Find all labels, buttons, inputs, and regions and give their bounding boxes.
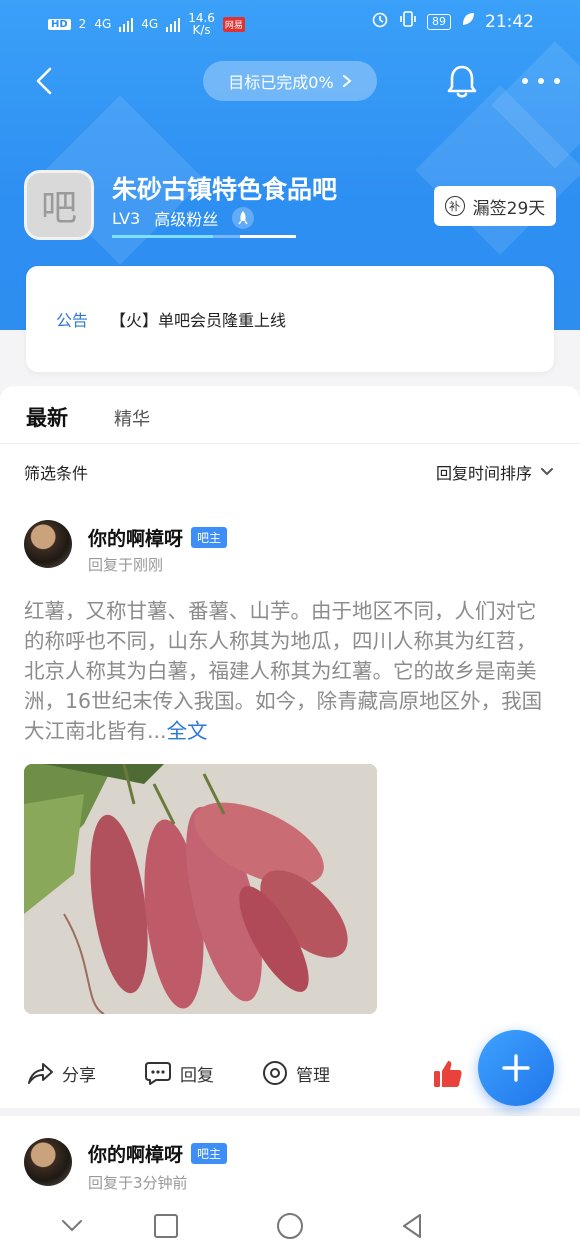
chevron-left-icon	[36, 67, 52, 95]
chevron-right-icon	[342, 75, 352, 87]
thread-list: 最新 精华 筛选条件 回复时间排序 你的啊樟呀 吧主 回复于刚刚 红薯，又称甘薯…	[0, 386, 580, 1108]
announcement-text: 【火】单吧会员隆重上线	[110, 311, 287, 330]
back-button[interactable]	[28, 64, 62, 98]
vibrate-icon	[399, 10, 417, 33]
network-type: 4G	[141, 17, 159, 31]
sort-dropdown[interactable]: 回复时间排序	[436, 460, 554, 484]
more-dot-icon	[554, 78, 560, 84]
rocket-icon	[232, 207, 255, 229]
filter-button[interactable]: 筛选条件	[24, 460, 88, 484]
more-dot-icon	[538, 78, 544, 84]
home-button[interactable]	[274, 1210, 306, 1242]
tab-bar: 最新 精华	[0, 386, 580, 444]
top-bar: 目标已完成0%	[0, 58, 580, 104]
alarm-icon	[371, 10, 389, 33]
square-icon	[154, 1214, 178, 1238]
more-button[interactable]	[522, 66, 560, 96]
chevron-down-icon	[541, 468, 553, 476]
author-name: 你的啊樟呀	[88, 528, 184, 550]
level-progress-marker	[240, 235, 296, 238]
create-post-button[interactable]	[478, 1030, 554, 1106]
clock-time: 21:42	[485, 11, 534, 32]
manage-label: 管理	[296, 1065, 330, 1086]
post-time: 回复于刚刚	[88, 556, 164, 574]
post-image[interactable]	[24, 764, 377, 1014]
list-item[interactable]: 你的啊樟呀 吧主 回复于3分钟前	[0, 1116, 580, 1206]
author-name: 你的啊樟呀	[88, 1144, 184, 1166]
recents-button[interactable]	[150, 1210, 182, 1242]
share-button[interactable]: 分享	[26, 1060, 96, 1086]
read-more-link[interactable]: 全文	[167, 719, 208, 743]
avatar[interactable]	[24, 520, 72, 568]
status-bar: HD 2 4G 4G 14.6 K/s 网易 89 21:42	[0, 0, 580, 44]
battery-icon: 89	[427, 13, 451, 30]
net-speed-unit: K/s	[192, 23, 211, 37]
post-text: 红薯，又称甘薯、番薯、山芋。由于地区不同，人们对它的称呼也不同，山东人称其为地瓜…	[24, 599, 543, 743]
post-body[interactable]: 红薯，又称甘薯、番薯、山芋。由于地区不同，人们对它的称呼也不同，山东人称其为地瓜…	[24, 596, 554, 746]
hd-indicator: HD	[48, 18, 71, 30]
triangle-back-icon	[403, 1214, 421, 1238]
tab-latest[interactable]: 最新	[26, 402, 68, 432]
leaf-icon	[461, 11, 475, 32]
announcement-label: 公告	[56, 311, 89, 330]
filter-row: 筛选条件 回复时间排序	[0, 444, 580, 498]
level-title: 高级粉丝	[154, 210, 219, 229]
manage-icon	[263, 1061, 287, 1085]
signal-icon	[166, 16, 181, 32]
sign-icon: 补	[444, 196, 465, 216]
reply-label: 回复	[180, 1065, 214, 1086]
owner-badge: 吧主	[191, 527, 228, 548]
net-speed: 14.6 K/s	[188, 12, 215, 36]
forum-level[interactable]: LV3 高级粉丝	[112, 206, 255, 230]
back-nav-button[interactable]	[396, 1210, 428, 1242]
post-author[interactable]: 你的啊樟呀 吧主	[88, 1140, 228, 1167]
level-progress-fill	[112, 235, 214, 238]
sim-indicator: 2	[78, 17, 87, 31]
sign-in-button[interactable]: 补 漏签29天	[434, 186, 556, 226]
notification-button[interactable]	[444, 62, 480, 100]
forum-avatar[interactable]: 吧	[24, 170, 94, 240]
chevron-down-icon	[62, 1220, 82, 1232]
system-navigation-bar	[0, 1196, 580, 1257]
goal-progress-button[interactable]: 目标已完成0%	[203, 61, 377, 101]
signal-icon	[119, 16, 134, 32]
reply-button[interactable]: 回复	[144, 1060, 214, 1086]
owner-badge: 吧主	[191, 1143, 228, 1164]
level-number: LV3	[112, 208, 141, 228]
thumbs-up-icon	[434, 1061, 462, 1087]
level-progress-bar	[112, 235, 296, 238]
forum-name: 朱砂古镇特色食品吧	[112, 175, 338, 204]
plus-icon	[502, 1054, 530, 1082]
share-icon	[28, 1063, 53, 1084]
bell-icon	[447, 65, 477, 98]
like-button[interactable]	[432, 1058, 464, 1090]
post-time: 回复于3分钟前	[88, 1174, 188, 1192]
tab-featured[interactable]: 精华	[114, 405, 150, 431]
more-dot-icon	[522, 78, 528, 84]
manage-button[interactable]: 管理	[262, 1060, 330, 1086]
announcement-card[interactable]: 公告 【火】单吧会员隆重上线	[26, 266, 554, 372]
sign-label: 漏签29天	[472, 198, 546, 219]
network-type: 4G	[94, 17, 112, 31]
comment-icon	[145, 1062, 171, 1085]
app-notification-icon: 网易	[222, 16, 245, 32]
sort-label: 回复时间排序	[435, 464, 532, 483]
post-author[interactable]: 你的啊樟呀 吧主	[88, 524, 228, 551]
goal-text: 目标已完成0%	[228, 73, 334, 92]
avatar[interactable]	[24, 1138, 72, 1186]
collapse-button[interactable]	[56, 1210, 88, 1242]
sweet-potato-photo	[24, 764, 377, 1014]
share-label: 分享	[62, 1065, 96, 1086]
circle-icon	[277, 1213, 303, 1239]
